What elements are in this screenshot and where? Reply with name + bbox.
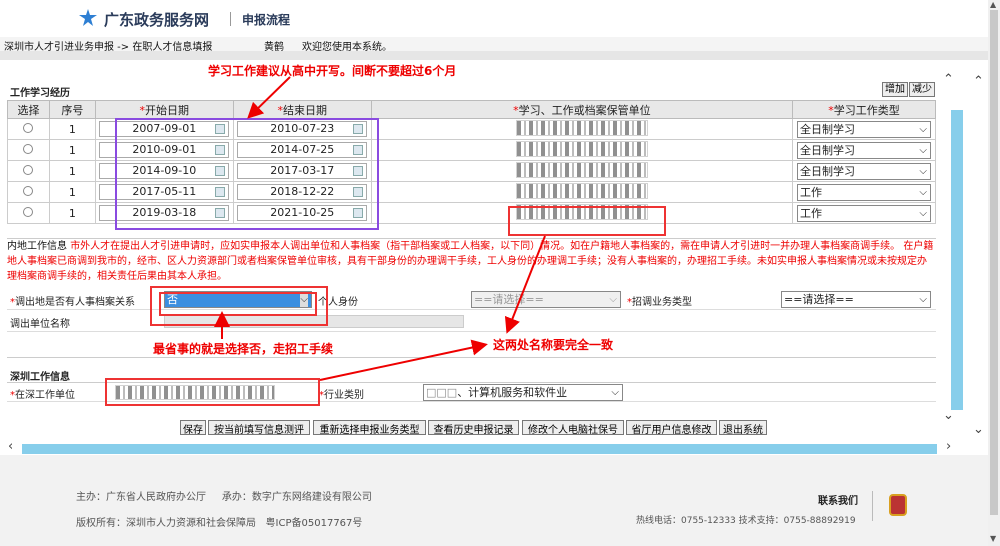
shenzhen-section-title: 深圳工作信息 [10, 372, 70, 383]
unit-name-label: 调出单位名称 [10, 319, 70, 330]
note-text: 市外人才在提出人才引进申请时，应如实申报本人调出单位和人事档案（指干部档案或工人… [7, 241, 934, 282]
edit-user-info-button[interactable]: 省厅用户信息修改 [626, 420, 717, 436]
inland-work-note: 内地工作信息 市外人才在提出人才引进申请时，应如实申报本人调出单位和人事档案（指… [7, 238, 936, 288]
chevron-down-icon: ⌵ [919, 165, 927, 177]
col-seq: 序号 [48, 100, 96, 119]
chevron-down-icon: ⌵ [919, 144, 927, 156]
work-section-title: 工作学习经历 [10, 88, 70, 99]
gd-logo-icon [79, 9, 97, 26]
scroll-up-icon[interactable]: ⌃ [943, 72, 954, 87]
annotation-names-match: 这两处名称要完全一致 [493, 338, 614, 352]
industry-label: 行业类别 [324, 390, 364, 401]
date-highlight-box [115, 118, 379, 230]
scroll-track[interactable] [951, 110, 963, 410]
spacer-row [7, 334, 936, 358]
col-type: *学习工作类型 [791, 100, 937, 119]
chevron-down-icon: ⌵ [611, 387, 619, 398]
page-title: 申报流程 [242, 13, 291, 27]
page-scroll-thumb[interactable] [990, 10, 998, 515]
row-seq: 1 [48, 181, 96, 203]
scroll-up-icon[interactable]: ▲ [990, 0, 996, 9]
type-select[interactable]: 全日制学习 ⌵ [796, 162, 931, 180]
col-start: *开始日期 [94, 100, 234, 119]
remove-row-button[interactable]: 减少 [909, 82, 935, 97]
transfer-row: *调出地是否有人事档案关系 否 ⌵ 个人身份 ==请选择== ⌵ *招调业务类型 =… [7, 290, 936, 310]
col-select: 选择 [7, 100, 50, 119]
col-unit: *学习、工作或档案保管单位 [370, 100, 793, 119]
unit-highlight-box [508, 206, 666, 236]
scroll-up-icon[interactable]: ⌃ [973, 74, 984, 89]
row-seq: 1 [48, 160, 96, 182]
chevron-down-icon: ⌵ [919, 207, 927, 219]
note-label: 内地工作信息 [7, 241, 67, 252]
scroll-down-icon[interactable]: ▼ [990, 534, 996, 543]
unit-field-redacted[interactable] [515, 182, 648, 199]
scroll-track[interactable] [22, 444, 937, 454]
history-button[interactable]: 查看历史申报记录 [428, 420, 519, 436]
row-select-radio[interactable] [23, 206, 34, 217]
archive-inner-box [159, 292, 317, 316]
outer-vertical-scrollbar[interactable]: ⌃ ⌄ [968, 60, 988, 445]
chevron-down-icon: ⌵ [919, 294, 927, 305]
chevron-down-icon: ⌵ [609, 294, 617, 305]
annotation-top: 学习工作建议从高中开写。间断不要超过6个月 [208, 64, 457, 78]
reselect-business-button[interactable]: 重新选择申报业务类型 [313, 420, 426, 436]
row-seq: 1 [48, 139, 96, 161]
add-row-button[interactable]: 增加 [882, 82, 908, 97]
vertical-scrollbar[interactable]: ⌃ ⌄ [940, 60, 968, 445]
row-select-radio[interactable] [23, 143, 34, 154]
footer-divider [872, 491, 873, 521]
site-footer: 主办：广东省人民政府办公厅 承办：数字广东网络建设有限公司 版权所有：深圳市人力… [0, 455, 988, 546]
contact-link[interactable]: 联系我们 [818, 492, 858, 507]
horizontal-scrollbar[interactable]: ‹ › [0, 439, 988, 455]
type-select[interactable]: 全日制学习 ⌵ [796, 141, 931, 159]
scroll-left-icon[interactable]: ‹ [8, 439, 13, 454]
band [0, 51, 988, 60]
scroll-right-icon[interactable]: › [946, 439, 951, 454]
row-select-radio[interactable] [23, 122, 34, 133]
logout-button[interactable]: 退出系统 [719, 420, 767, 436]
transfer-label: 调出地是否有人事档案关系 [15, 297, 135, 308]
col-end: *结束日期 [232, 100, 372, 119]
breadcrumb-bar: 深圳市人才引进业务申报 -> 在职人才信息填报 黄鹤 欢迎您使用本系统。 [0, 37, 988, 53]
identity-select[interactable]: ==请选择== ⌵ [471, 291, 621, 308]
gov-badge-icon[interactable] [889, 494, 907, 516]
evaluate-button[interactable]: 按当前填写信息测评 [208, 420, 310, 436]
header-divider [230, 12, 231, 26]
sz-unit-highlight-box [105, 378, 320, 406]
unit-field-redacted[interactable] [515, 119, 648, 136]
biz-type-select[interactable]: ==请选择== ⌵ [781, 291, 931, 308]
row-select-radio[interactable] [23, 185, 34, 196]
type-select[interactable]: 全日制学习 ⌵ [796, 120, 931, 138]
unit-field-redacted[interactable] [515, 140, 648, 157]
form-frame: 工作学习经历 增加 减少 选择 序号 *开始日期 *结束日期 *学习、工作或档案… [0, 60, 940, 440]
organizer-text: 主办：广东省人民政府办公厅 承办：数字广东网络建设有限公司 [76, 492, 372, 503]
type-select[interactable]: 工作 ⌵ [796, 204, 931, 222]
industry-select[interactable]: □□□、计算机服务和软件业 ⌵ [423, 384, 623, 401]
chevron-down-icon: ⌵ [919, 123, 927, 135]
save-button[interactable]: 保存 [180, 420, 206, 436]
scroll-down-icon[interactable]: ⌄ [943, 408, 954, 423]
page-scrollbar[interactable]: ▲ ▼ [988, 0, 1000, 546]
type-select[interactable]: 工作 ⌵ [796, 183, 931, 201]
unit-row: 调出单位名称 [7, 312, 936, 332]
chevron-down-icon: ⌵ [919, 186, 927, 198]
row-seq: 1 [48, 118, 96, 140]
unit-field-redacted[interactable] [515, 161, 648, 178]
site-header: 广东政务服务网 申报流程 [0, 0, 1000, 37]
sz-unit-label: 在深工作单位 [15, 390, 75, 401]
copyright-text: 版权所有：深圳市人力资源和社会保障局 粤ICP备05017767号 [76, 518, 363, 529]
row-select-radio[interactable] [23, 164, 34, 175]
site-name[interactable]: 广东政务服务网 [104, 9, 209, 30]
hotline-text: 热线电话：0755-12333 技术支持：0755-88892919 [636, 516, 856, 526]
annotation-choose-no: 最省事的就是选择否，走招工手续 [153, 342, 334, 356]
edit-social-security-button[interactable]: 修改个人电脑社保号 [522, 420, 624, 436]
row-seq: 1 [48, 202, 96, 224]
biz-type-label: 招调业务类型 [632, 297, 692, 308]
scroll-down-icon[interactable]: ⌄ [973, 422, 984, 437]
